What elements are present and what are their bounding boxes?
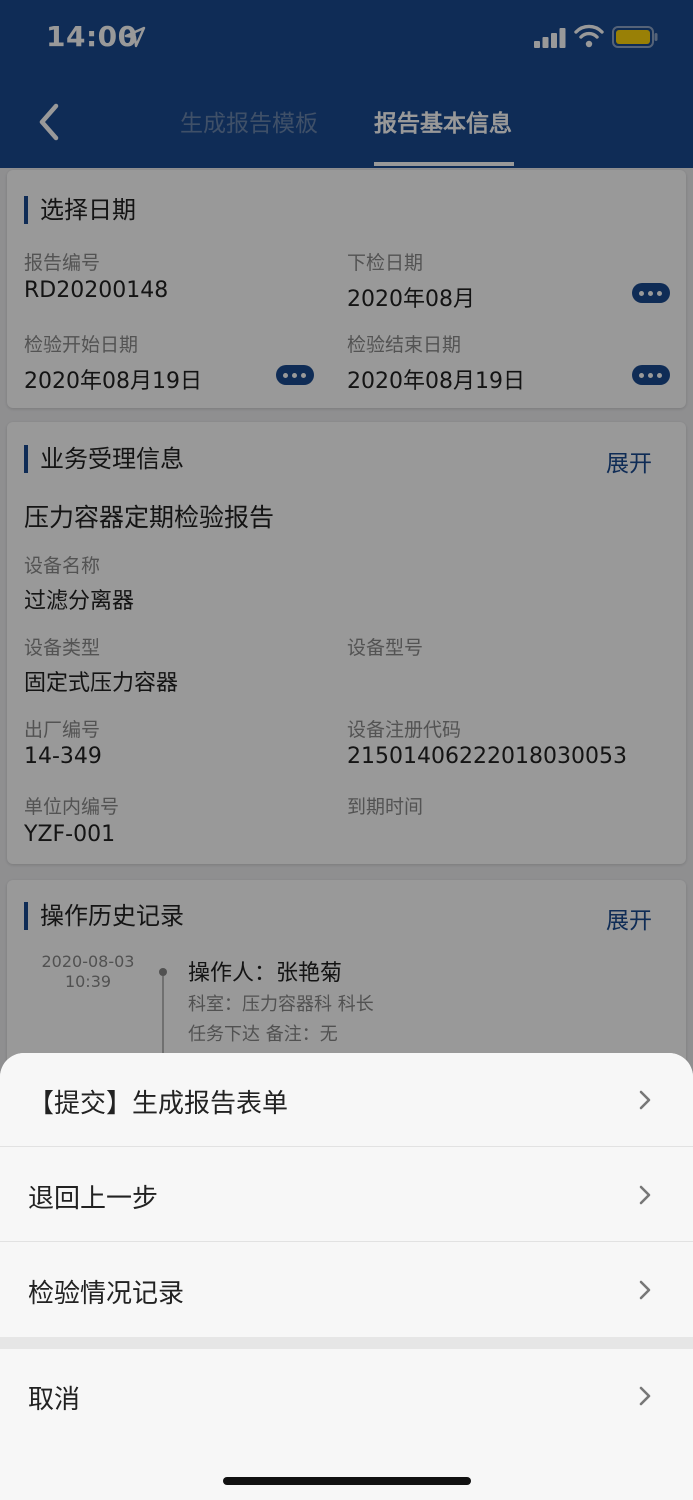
action-inspection-record[interactable]: 检验情况记录	[0, 1243, 693, 1337]
chevron-right-icon	[639, 1185, 651, 1205]
action-submit-label: 【提交】生成报告表单	[28, 1089, 289, 1119]
chevron-right-icon	[639, 1386, 651, 1406]
action-return-label: 退回上一步	[28, 1184, 159, 1214]
chevron-right-icon	[639, 1280, 651, 1300]
action-sheet-separator	[0, 1337, 693, 1349]
action-cancel-button[interactable]: 取消	[0, 1349, 693, 1443]
home-indicator[interactable]	[223, 1477, 471, 1485]
action-submit-generate-report[interactable]: 【提交】生成报告表单	[0, 1053, 693, 1147]
action-cancel-label: 取消	[28, 1385, 81, 1415]
action-sheet: 【提交】生成报告表单 退回上一步 检验情况记录 取消	[0, 1053, 693, 1500]
action-return-previous-step[interactable]: 退回上一步	[0, 1148, 693, 1242]
action-inspection-record-label: 检验情况记录	[28, 1279, 185, 1309]
chevron-right-icon	[639, 1090, 651, 1110]
